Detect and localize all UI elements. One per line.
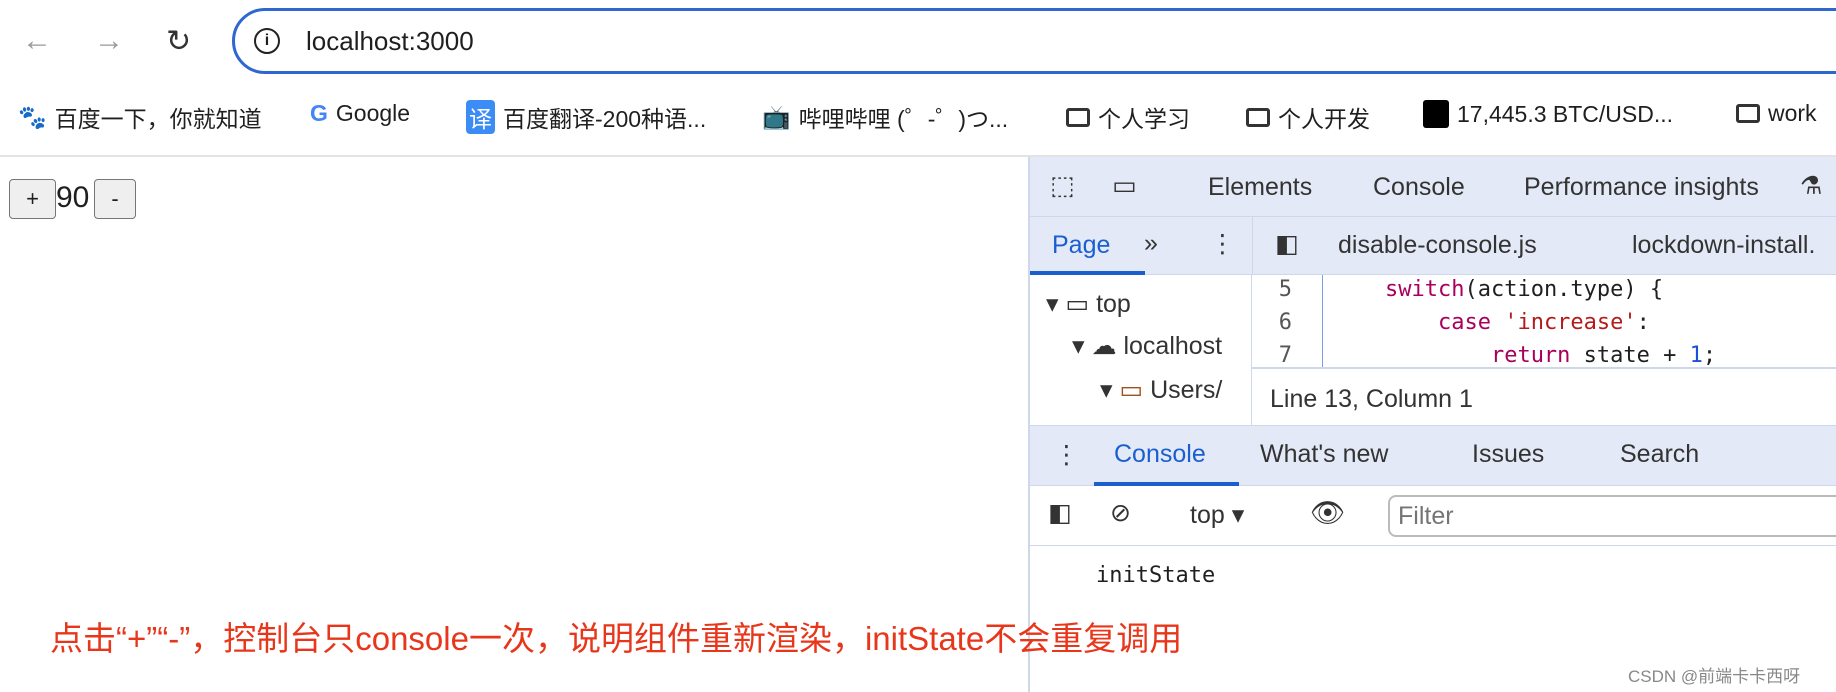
device-toolbar-icon[interactable]: ▭ <box>1112 170 1137 201</box>
folder-icon <box>1246 107 1270 127</box>
live-expression-eye-icon[interactable]: 👁 <box>1310 496 1346 529</box>
back-button[interactable]: ← <box>22 24 52 58</box>
tab-elements[interactable]: Elements <box>1208 173 1312 202</box>
tree-item[interactable]: ▾ ▭ top <box>1046 289 1131 319</box>
baidu-icon: 🐾 <box>18 103 47 130</box>
more-options-icon[interactable]: ⋮ <box>1210 229 1235 259</box>
console-filter-input[interactable] <box>1388 495 1836 537</box>
btc-icon <box>1423 100 1449 128</box>
bookmark-btc[interactable]: 17,445.3 BTC/USD... <box>1423 100 1673 128</box>
increase-button[interactable]: + <box>9 179 56 219</box>
file-tab[interactable]: lockdown-install. <box>1632 231 1815 260</box>
tab-page[interactable]: Page <box>1052 231 1110 260</box>
tab-console[interactable]: Console <box>1373 173 1465 202</box>
bilibili-icon: 📺 <box>762 103 791 130</box>
file-tree: ▾ ▭ top ▾ ☁ localhost ▾ ▭ Users/ <box>1030 275 1252 425</box>
flask-icon: ⚗ <box>1800 172 1823 200</box>
cursor-position-status: Line 13, Column 1 <box>1270 385 1473 413</box>
drawer-tab-issues[interactable]: Issues <box>1472 440 1544 469</box>
context-select[interactable]: top ▾ <box>1190 500 1244 530</box>
bookmark-folder-dev[interactable]: 个人开发 <box>1246 100 1370 134</box>
file-tab[interactable]: disable-console.js <box>1338 231 1537 260</box>
sidebar-toggle-icon[interactable]: ◧ <box>1048 498 1072 528</box>
tab-performance-insights[interactable]: Performance insights <box>1524 173 1759 202</box>
bookmark-baidu[interactable]: 🐾 百度一下，你就知道 <box>18 100 262 134</box>
bookmark-google[interactable]: G Google <box>310 100 410 127</box>
counter-value: 90 <box>56 181 90 214</box>
console-message: initState <box>1096 563 1216 588</box>
annotation-text: 点击“+”“-”，控制台只console一次，说明组件重新渲染，initStat… <box>50 620 1183 657</box>
folder-icon <box>1736 104 1760 123</box>
info-icon[interactable]: i <box>254 28 280 54</box>
clear-console-icon[interactable]: ⊘ <box>1110 498 1131 528</box>
drawer-tab-whats-new[interactable]: What's new <box>1260 440 1388 469</box>
drawer-menu-icon[interactable]: ⋮ <box>1054 440 1079 470</box>
drawer-tab-console[interactable]: Console <box>1114 440 1206 469</box>
url-text[interactable]: localhost:3000 <box>306 26 474 57</box>
console-toolbar: ◧ ⊘ top ▾ 👁 <box>1030 486 1836 546</box>
tree-item[interactable]: ▾ ▭ Users/ <box>1100 375 1222 405</box>
google-icon: G <box>310 100 328 126</box>
bookmark-bilibili[interactable]: 📺 哔哩哔哩 (゜-゜)つ... <box>762 100 1008 134</box>
bookmark-folder-work[interactable]: work <box>1736 100 1817 127</box>
bookmark-translate[interactable]: 译百度翻译-200种语... <box>466 100 706 134</box>
reload-button[interactable]: ↻ <box>166 24 191 59</box>
code-editor[interactable]: 5 switch(action.type) { 6 case 'increase… <box>1252 275 1836 369</box>
drawer-tab-search[interactable]: Search <box>1620 440 1699 469</box>
folder-icon <box>1066 107 1090 127</box>
tree-item[interactable]: ▾ ☁ localhost <box>1072 331 1222 361</box>
watermark: CSDN @前端卡卡西呀 <box>1628 667 1801 686</box>
forward-button[interactable]: → <box>94 24 124 58</box>
translate-icon: 译 <box>466 100 495 134</box>
toggle-navigator-icon[interactable]: ◧ <box>1275 229 1299 259</box>
decrease-button[interactable]: - <box>94 179 136 219</box>
bookmark-folder-study[interactable]: 个人学习 <box>1066 100 1190 134</box>
more-tabs-icon[interactable]: » <box>1144 229 1158 258</box>
inspect-element-icon[interactable]: ⬚ <box>1050 170 1075 201</box>
